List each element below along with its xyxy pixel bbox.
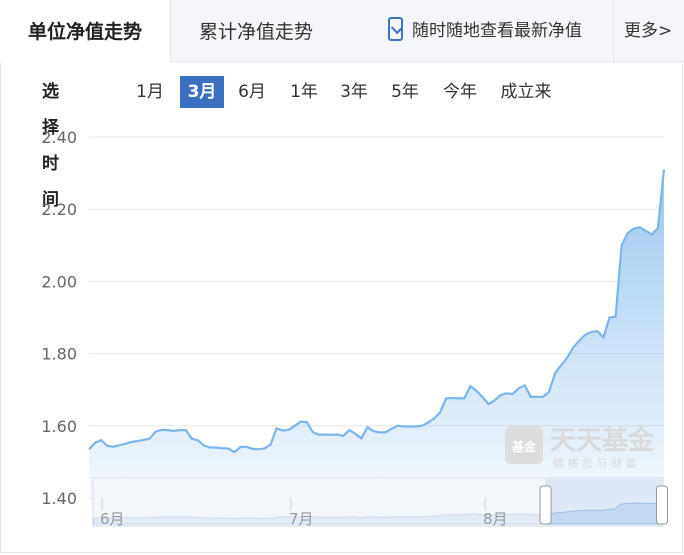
y-tick-label: 1.40 [41, 489, 77, 508]
y-axis-ticks: 2.40 2.20 2.00 1.80 1.60 1.40 [41, 128, 77, 508]
navigator-right-handle[interactable] [656, 485, 668, 525]
navigator-selected-window[interactable] [545, 479, 662, 525]
y-tick-label: 1.60 [41, 417, 77, 436]
navigator-outside-mask [94, 479, 546, 525]
watermark-brand: 天天基金 [550, 425, 655, 456]
watermark: 基金 天天基金 链 接 您 与 财 富 [505, 425, 655, 470]
watermark-badge-text: 基金 [511, 439, 537, 454]
y-tick-label: 1.80 [41, 345, 77, 364]
navigator-left-handle[interactable] [539, 485, 552, 525]
navigator-month-label: 7月 [289, 510, 314, 528]
y-tick-label: 2.20 [41, 200, 77, 219]
y-tick-label: 2.00 [41, 272, 77, 291]
nav-chart: 2.40 2.20 2.00 1.80 1.60 1.40 基金 天天基金 链 接 您 与… [41, 128, 668, 528]
navigator-month-label: 6月 [100, 510, 125, 528]
navigator-month-label: 8月 [483, 510, 508, 528]
y-tick-label: 2.40 [41, 128, 77, 147]
range-navigator[interactable]: 6月 7月 8月 [92, 477, 668, 528]
watermark-slogan: 链 接 您 与 财 富 [553, 456, 636, 470]
